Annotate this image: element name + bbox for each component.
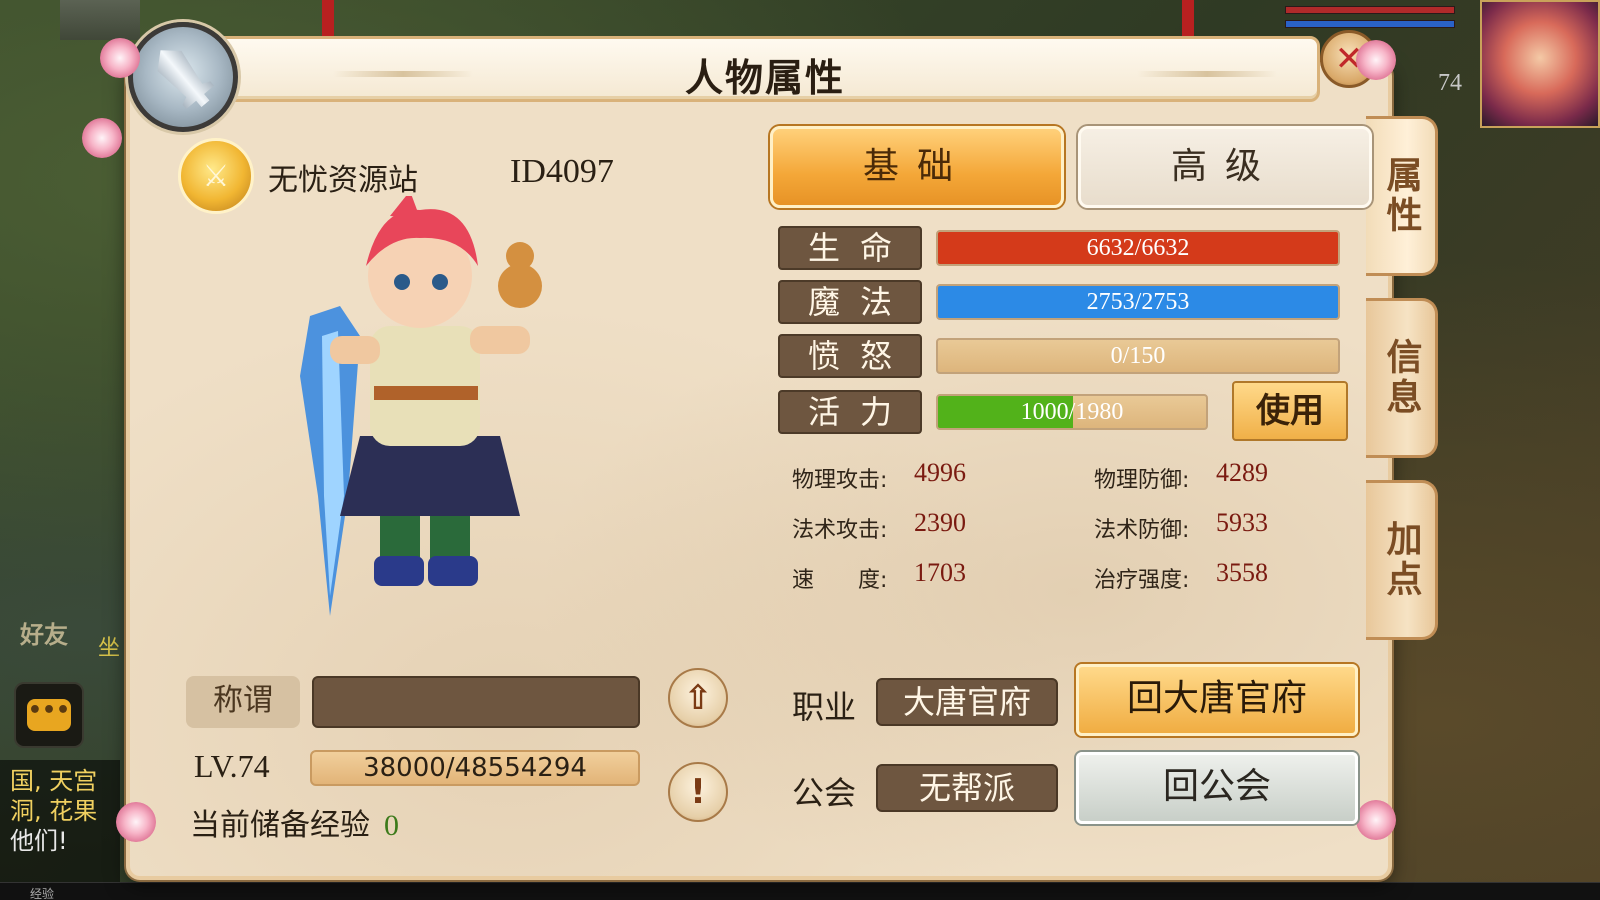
side-tab-info[interactable]: 信息 <box>1366 298 1438 458</box>
hp-bar: 6632/6632 <box>936 230 1340 266</box>
guild-label: 公会 <box>792 774 857 812</box>
stat-label-mp: 魔法 <box>778 280 922 324</box>
hp-bar-text: 6632/6632 <box>1086 235 1190 261</box>
attr-heal-power: 治疗强度: 3558 <box>1094 558 1268 594</box>
flower-decoration <box>1356 800 1396 840</box>
attr-speed: 速 度: 1703 <box>792 558 966 594</box>
hp-mini-bar <box>1285 6 1455 14</box>
attr-label: 法术攻击: <box>792 518 888 543</box>
mp-mini-bar <box>1285 20 1455 28</box>
building-roof <box>60 0 140 40</box>
player-level-badge: 74 <box>1438 70 1462 96</box>
mp-bar-text: 2753/2753 <box>1086 289 1190 315</box>
career-value: 大唐官府 <box>876 678 1058 726</box>
side-tab-attributes[interactable]: 属性 <box>1366 116 1438 276</box>
guild-value: 无帮派 <box>876 764 1058 812</box>
attr-value: 4289 <box>1216 458 1268 487</box>
character-level: LV.74 <box>194 748 270 784</box>
chat-line: 洞, 花果 <box>10 797 98 825</box>
mp-bar: 2753/2753 <box>936 284 1340 320</box>
reserve-exp-value: 0 <box>384 809 399 842</box>
attr-label: 治疗强度: <box>1094 568 1190 593</box>
info-exclamation-icon[interactable]: ! <box>668 762 728 822</box>
chat-bubble-icon: ••• <box>27 699 71 731</box>
attr-value: 2390 <box>914 508 966 537</box>
tab-advanced[interactable]: 高级 <box>1078 126 1372 208</box>
stat-label-rage: 愤怒 <box>778 334 922 378</box>
side-tab-add-points[interactable]: 加点 <box>1366 480 1438 640</box>
reserve-exp: 当前储备经验 0 <box>190 800 399 844</box>
rage-bar: 0/150 <box>936 338 1340 374</box>
attr-magic-defense: 法术防御: 5933 <box>1094 508 1268 544</box>
panel-title-bar: 人物属性 <box>210 36 1320 102</box>
attr-label: 法术防御: <box>1094 518 1190 543</box>
career-label: 职业 <box>792 688 857 726</box>
reserve-exp-label: 当前储备经验 <box>190 808 370 843</box>
character-name: 无忧资源站 <box>268 163 418 198</box>
chat-button[interactable]: ••• <box>14 682 84 748</box>
flower-decoration <box>82 118 122 158</box>
attr-label: 物理防御: <box>1094 468 1190 493</box>
return-guild-button[interactable]: 回公会 <box>1076 752 1358 824</box>
attr-value: 5933 <box>1216 508 1268 537</box>
upload-arrow-icon[interactable]: ⇧ <box>668 668 728 728</box>
title-value-box[interactable] <box>312 676 640 728</box>
attr-physical-attack: 物理攻击: 4996 <box>792 458 966 494</box>
flower-decoration <box>100 38 140 78</box>
chat-line: 国, 天宫 <box>10 767 98 795</box>
school-coin-icon: ⚔ <box>178 138 254 214</box>
attr-physical-defense: 物理防御: 4289 <box>1094 458 1268 494</box>
red-pillar <box>322 0 334 40</box>
attr-label: 速 度: <box>792 568 888 593</box>
friend-extra-text: 坐 <box>98 636 121 661</box>
character-id: ID4097 <box>510 153 614 190</box>
sword-emblem-icon <box>128 22 238 132</box>
player-portrait[interactable] <box>1480 0 1600 128</box>
side-tab-label: 信息 <box>1380 338 1422 418</box>
attr-magic-attack: 法术攻击: 2390 <box>792 508 966 544</box>
title-label: 称谓 <box>186 676 300 728</box>
flower-decoration <box>116 802 156 842</box>
tab-basic[interactable]: 基础 <box>770 126 1064 208</box>
stat-label-hp: 生命 <box>778 226 922 270</box>
friend-button-label[interactable]: 好友 <box>20 615 68 650</box>
attr-value: 1703 <box>914 558 966 587</box>
side-tab-label: 加点 <box>1380 520 1422 600</box>
attr-value: 4996 <box>914 458 966 487</box>
red-pillar <box>1182 0 1194 40</box>
panel-title: 人物属性 <box>684 56 845 100</box>
vitality-bar: 1000/1980 <box>936 394 1208 430</box>
player-status-bars <box>1285 6 1455 34</box>
exp-strip-label: 经验 <box>30 887 55 900</box>
character-model <box>300 196 542 616</box>
attr-value: 3558 <box>1216 558 1268 587</box>
vitality-bar-text: 1000/1980 <box>1020 399 1124 425</box>
bottom-exp-strip: 经验 <box>0 882 1600 900</box>
chat-line: 他们! <box>10 827 68 855</box>
rage-bar-text: 0/150 <box>1110 343 1166 369</box>
experience-bar: 38000/48554294 <box>310 750 640 786</box>
attr-label: 物理攻击: <box>792 468 888 493</box>
chat-log[interactable]: 国, 天宫 洞, 花果 他们! <box>0 760 120 900</box>
stat-label-vitality: 活力 <box>778 390 922 434</box>
return-career-button[interactable]: 回大唐官府 <box>1076 664 1358 736</box>
use-vitality-button[interactable]: 使用 <box>1232 381 1348 441</box>
side-tab-label: 属性 <box>1380 156 1422 236</box>
flower-decoration <box>1356 40 1396 80</box>
